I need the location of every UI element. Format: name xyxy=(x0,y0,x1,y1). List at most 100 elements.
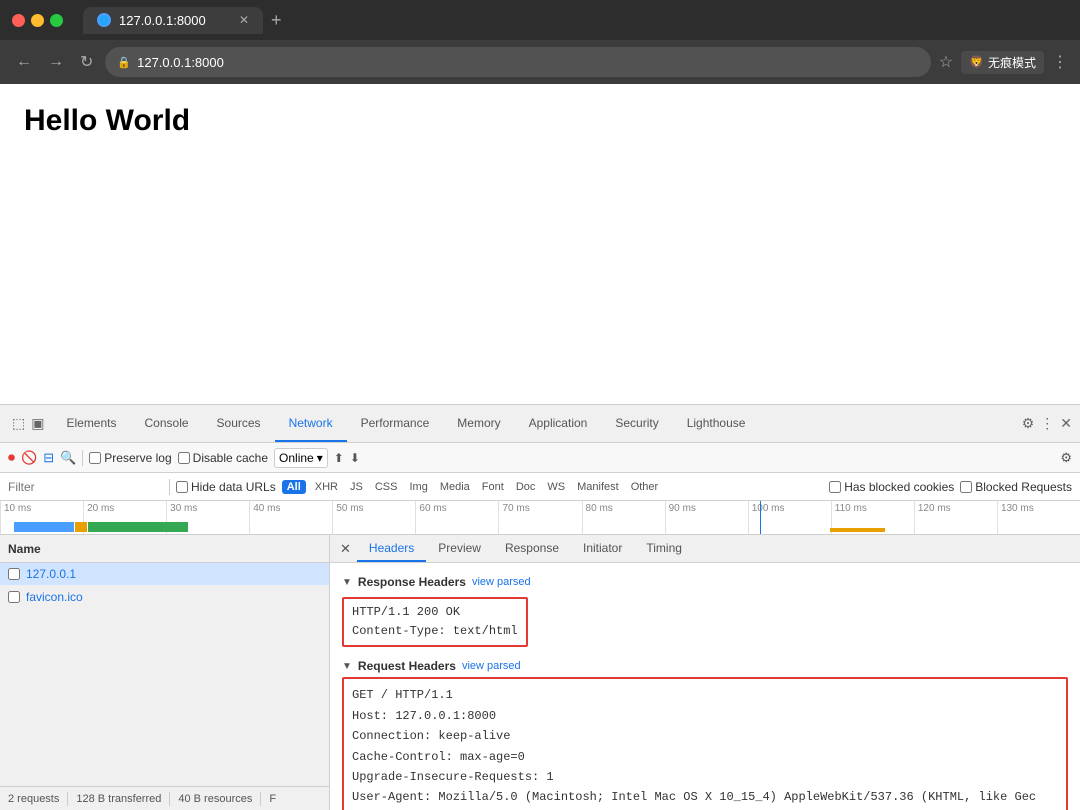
has-blocked-cookies-checkbox[interactable] xyxy=(829,481,841,493)
list-item[interactable]: favicon.ico xyxy=(0,586,329,609)
new-tab-button[interactable]: + xyxy=(267,10,286,31)
request-headers-content: GET / HTTP/1.1 Host: 127.0.0.1:8000 Conn… xyxy=(342,677,1068,810)
reload-button[interactable]: ↻ xyxy=(76,48,97,76)
detail-tab-response[interactable]: Response xyxy=(493,535,571,562)
filter-icon[interactable]: ⊟ xyxy=(43,450,54,466)
toolbar-right: ☆ 🦁 无痕模式 ⋮ xyxy=(939,51,1068,74)
menu-button[interactable]: ⋮ xyxy=(1052,52,1068,72)
detail-tab-headers[interactable]: Headers xyxy=(357,535,426,562)
tick-40ms: 40 ms xyxy=(249,501,332,534)
filter-ws-button[interactable]: WS xyxy=(544,480,568,494)
tab-security[interactable]: Security xyxy=(601,405,672,442)
maximize-button[interactable] xyxy=(50,14,63,27)
req-line-5: Upgrade-Insecure-Requests: 1 xyxy=(352,767,1058,787)
browser-titlebar: 🌐 127.0.0.1:8000 ✕ + xyxy=(0,0,1080,40)
brave-label: 无痕模式 xyxy=(988,54,1036,71)
online-label: Online xyxy=(279,451,314,465)
detail-panel: ✕ Headers Preview Response Initiator Tim… xyxy=(330,535,1080,810)
has-blocked-cookies-text: Has blocked cookies xyxy=(844,480,954,494)
clear-icon[interactable]: 🚫 xyxy=(21,450,37,466)
record-icon[interactable]: ⏺ xyxy=(8,449,15,466)
filter-other-button[interactable]: Other xyxy=(628,480,662,494)
filter-input[interactable] xyxy=(8,480,163,494)
blocked-requests-label[interactable]: Blocked Requests xyxy=(960,480,1072,494)
page-content: Hello World xyxy=(0,84,1080,404)
throttle-dropdown[interactable]: Online ▾ xyxy=(274,448,328,468)
cursor-icon[interactable]: ⬚ xyxy=(12,415,25,432)
list-item[interactable]: 127.0.0.1 xyxy=(0,563,329,586)
tab-performance[interactable]: Performance xyxy=(347,405,444,442)
tab-console[interactable]: Console xyxy=(131,405,203,442)
request-headers-triangle[interactable]: ▼ xyxy=(342,661,352,672)
tick-70ms: 70 ms xyxy=(498,501,581,534)
filter-css-button[interactable]: CSS xyxy=(372,480,401,494)
incognito-button[interactable]: 🦁 无痕模式 xyxy=(961,51,1044,74)
blocked-requests-checkbox[interactable] xyxy=(960,481,972,493)
close-devtools-icon[interactable]: ✕ xyxy=(1060,415,1072,432)
detail-tab-initiator[interactable]: Initiator xyxy=(571,535,634,562)
back-button[interactable]: ← xyxy=(12,49,36,75)
preserve-log-checkbox[interactable] xyxy=(89,452,101,464)
close-button[interactable] xyxy=(12,14,25,27)
address-text: 127.0.0.1:8000 xyxy=(137,55,224,70)
timeline-bar: 10 ms 20 ms 30 ms 40 ms 50 ms 60 ms 70 m… xyxy=(0,501,1080,535)
filter-doc-button[interactable]: Doc xyxy=(513,480,539,494)
forward-button[interactable]: → xyxy=(44,49,68,75)
upload-icon[interactable]: ⬆ xyxy=(334,451,344,465)
download-icon[interactable]: ⬇ xyxy=(350,451,360,465)
file-checkbox-1[interactable] xyxy=(8,568,20,580)
response-headers-label: Response Headers xyxy=(358,575,466,589)
response-headers-triangle[interactable]: ▼ xyxy=(342,577,352,588)
tab-elements[interactable]: Elements xyxy=(52,405,130,442)
file-name-2: favicon.ico xyxy=(26,590,83,604)
tab-network[interactable]: Network xyxy=(275,405,347,442)
tab-application[interactable]: Application xyxy=(515,405,602,442)
disable-cache-checkbox-label[interactable]: Disable cache xyxy=(178,451,268,465)
filter-font-button[interactable]: Font xyxy=(479,480,507,494)
disable-cache-checkbox[interactable] xyxy=(178,452,190,464)
req-line-1: GET / HTTP/1.1 xyxy=(352,685,1058,705)
name-column-header: Name xyxy=(8,542,41,556)
preserve-log-checkbox-label[interactable]: Preserve log xyxy=(89,451,171,465)
filter-img-button[interactable]: Img xyxy=(406,480,430,494)
filter-media-button[interactable]: Media xyxy=(437,480,473,494)
detail-tab-preview[interactable]: Preview xyxy=(426,535,493,562)
tab-sources[interactable]: Sources xyxy=(203,405,275,442)
browser-tab[interactable]: 🌐 127.0.0.1:8000 ✕ xyxy=(83,7,263,34)
tab-close-button[interactable]: ✕ xyxy=(239,13,249,27)
tab-lighthouse[interactable]: Lighthouse xyxy=(673,405,760,442)
address-bar[interactable]: 🔒 127.0.0.1:8000 xyxy=(105,47,930,77)
bookmark-icon[interactable]: ☆ xyxy=(939,52,953,72)
filter-manifest-button[interactable]: Manifest xyxy=(574,480,622,494)
browser-toolbar: ← → ↻ 🔒 127.0.0.1:8000 ☆ 🦁 无痕模式 ⋮ xyxy=(0,40,1080,84)
filter-xhr-button[interactable]: XHR xyxy=(312,480,341,494)
hide-data-urls-checkbox[interactable] xyxy=(176,481,188,493)
devtools-tabs-bar: ⬚ ▣ Elements Console Sources Network Per… xyxy=(0,405,1080,443)
status-extra: F xyxy=(269,793,276,805)
toolbar-divider xyxy=(82,450,83,466)
filter-js-button[interactable]: JS xyxy=(347,480,366,494)
filter-all-button[interactable]: All xyxy=(282,480,306,494)
tab-memory[interactable]: Memory xyxy=(443,405,514,442)
resources-size: 40 B resources xyxy=(178,793,252,805)
file-checkbox-2[interactable] xyxy=(8,591,20,603)
settings-icon[interactable]: ⚙ xyxy=(1022,415,1035,432)
detail-tab-timing[interactable]: Timing xyxy=(634,535,694,562)
transferred-size: 128 B transferred xyxy=(76,793,161,805)
file-list-header: Name xyxy=(0,535,329,563)
search-icon[interactable]: 🔍 xyxy=(60,450,76,466)
minimize-button[interactable] xyxy=(31,14,44,27)
req-line-4: Cache-Control: max-age=0 xyxy=(352,747,1058,767)
view-parsed-2[interactable]: view parsed xyxy=(462,660,521,672)
requests-count: 2 requests xyxy=(8,793,59,805)
view-parsed-1[interactable]: view parsed xyxy=(472,576,531,588)
inspector-icon[interactable]: ▣ xyxy=(31,415,44,432)
network-settings-icon[interactable]: ⚙ xyxy=(1060,450,1072,466)
more-options-icon[interactable]: ⋮ xyxy=(1040,415,1054,432)
devtools-panel: ⬚ ▣ Elements Console Sources Network Per… xyxy=(0,404,1080,810)
hide-data-urls-label[interactable]: Hide data URLs xyxy=(176,480,276,494)
has-blocked-cookies-label[interactable]: Has blocked cookies xyxy=(829,480,954,494)
detail-close-button[interactable]: ✕ xyxy=(334,535,357,562)
tick-60ms: 60 ms xyxy=(415,501,498,534)
page-heading: Hello World xyxy=(24,104,1056,138)
